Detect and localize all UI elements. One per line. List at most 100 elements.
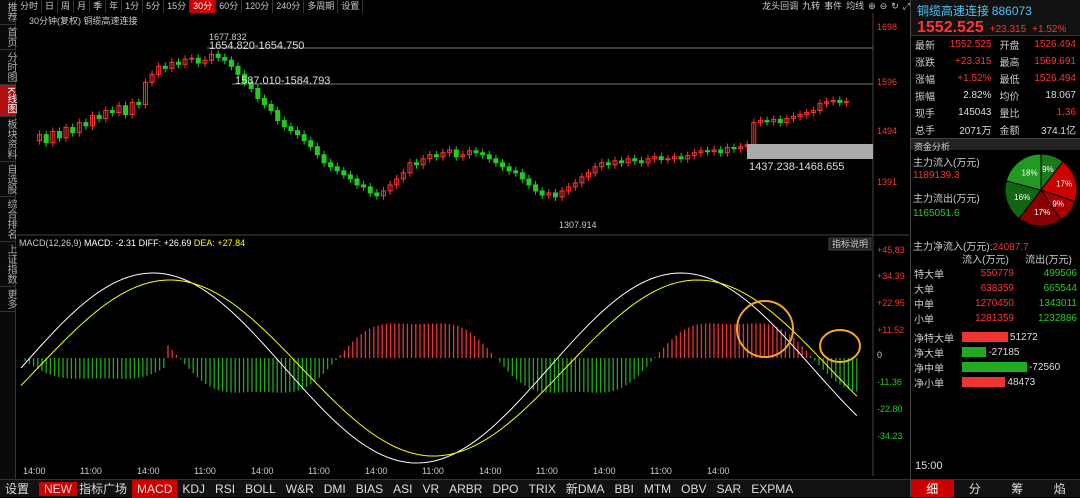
period-tab[interactable]: 30分 xyxy=(190,0,216,13)
period-tab[interactable]: 日 xyxy=(42,0,58,13)
period-tab[interactable]: 240分 xyxy=(273,0,304,13)
indicator-tab[interactable]: BBI xyxy=(610,480,639,498)
macd-histogram xyxy=(21,273,857,463)
indicator-tab[interactable]: 设置 xyxy=(0,480,34,498)
pie-label: 17% xyxy=(1034,208,1050,217)
time-tick: 14:00 xyxy=(251,466,274,476)
inflow-value: 1189139.3 xyxy=(913,170,960,181)
fund-block: 主力流入(万元) 1189139.3 主力流出(万元) 1165051.6 9%… xyxy=(911,150,1080,238)
indicator-tab[interactable]: ASI xyxy=(388,480,417,498)
sidebar-item[interactable]: 自选股 xyxy=(0,162,16,197)
footer-tab[interactable]: 分 xyxy=(954,480,997,497)
indicator-tab[interactable]: ARBR xyxy=(444,480,487,498)
period-tab[interactable]: 分时 xyxy=(17,0,42,13)
footer-tab[interactable]: 筹 xyxy=(996,480,1039,497)
sidebar-item[interactable]: 首页 xyxy=(0,25,16,50)
indicator-tab[interactable]: OBV xyxy=(676,480,711,498)
sidebar-item[interactable]: 上证指数 xyxy=(0,242,16,287)
indicator-tab[interactable]: VR xyxy=(417,480,444,498)
indicator-tab[interactable]: DPO xyxy=(487,480,523,498)
period-tab[interactable]: 多周期 xyxy=(304,0,338,13)
candle-body xyxy=(362,185,366,187)
footer-tab[interactable]: 焰 xyxy=(1039,480,1080,497)
chart-tool[interactable]: 均线 xyxy=(846,0,864,13)
price-tick: 1596 xyxy=(877,77,897,87)
sidebar-item[interactable]: 板块资料 xyxy=(0,117,16,162)
indicator-tab[interactable]: SAR xyxy=(712,480,747,498)
candle-body xyxy=(659,157,663,160)
net-row: 净大单-27185 xyxy=(911,345,1080,360)
period-tab[interactable]: 季 xyxy=(90,0,106,13)
macd-label: MACD(12,26,9) MACD: -2.31 DIFF: +26.69 D… xyxy=(19,238,245,248)
flow-header: 流入(万元) xyxy=(954,251,1017,266)
indicator-tab[interactable]: NEW指标广场 xyxy=(34,480,132,498)
period-tab[interactable]: 设置 xyxy=(338,0,363,13)
chart-caption: 30分钟(复权) 铜缆高速连接 xyxy=(29,15,138,26)
candlesticks xyxy=(38,50,849,201)
candle-body xyxy=(487,155,491,159)
candle-body xyxy=(282,121,286,127)
price-axis: 1698159614941391 xyxy=(877,22,897,187)
flow-table: 流入(万元)流出(万元)特大单550779499506大单63835966554… xyxy=(911,251,1080,326)
stock-name: 铜缆高速连接 xyxy=(917,4,989,18)
indicator-tab[interactable]: RSI xyxy=(210,480,240,498)
period-tab[interactable]: 120分 xyxy=(242,0,273,13)
time-label: 15:00 xyxy=(915,460,943,472)
period-tab[interactable]: 15分 xyxy=(164,0,190,13)
refresh-icon[interactable]: ↻ xyxy=(891,0,899,13)
candle-body xyxy=(620,161,624,163)
kline-chart-area[interactable]: 30分钟(复权) 铜缆高速连接 1677.8321654.820-1654.75… xyxy=(17,13,909,476)
candle-body xyxy=(342,171,346,175)
candle-body xyxy=(137,102,141,104)
time-tick: 11:00 xyxy=(194,466,216,476)
period-tab[interactable]: 1分 xyxy=(122,0,143,13)
time-tick: 14:00 xyxy=(365,466,388,476)
chart-tool[interactable]: 九转 xyxy=(802,0,820,13)
chart-tool[interactable]: 龙头回调 xyxy=(762,0,798,13)
indicator-tab[interactable]: BIAS xyxy=(351,480,388,498)
quote-row: 现手145043量比1.36 xyxy=(911,104,1080,121)
indicator-bar: 设置NEW指标广场MACDKDJRSIBOLLW&RDMIBIASASIVRAR… xyxy=(0,479,910,497)
kline-svg[interactable]: 30分钟(复权) 铜缆高速连接 1677.8321654.820-1654.75… xyxy=(17,13,909,476)
period-tab[interactable]: 周 xyxy=(58,0,74,13)
sidebar-item[interactable]: 分时图 xyxy=(0,50,16,85)
inflow-label: 主力流入(万元) xyxy=(913,154,980,169)
indicator-tab[interactable]: MACD xyxy=(132,480,177,498)
indicator-tab[interactable]: DMI xyxy=(319,480,351,498)
flow-row: 小单12813591232886 xyxy=(911,311,1080,326)
left-sidebar: 推荐首页分时图K线图板块资料自选股综合排名上证指数更多 xyxy=(0,0,16,497)
fund-pie-chart: 9%17%9%17%16%18% xyxy=(1003,152,1079,228)
sidebar-item[interactable]: K线图 xyxy=(0,85,16,117)
pie-label: 18% xyxy=(1022,169,1038,178)
period-tab[interactable]: 60分 xyxy=(216,0,242,13)
candle-body xyxy=(176,62,180,64)
indicator-tab[interactable]: MTM xyxy=(639,480,676,498)
macd-tick: -11.36 xyxy=(877,377,902,387)
chart-annotations: 1677.8321654.820-1654.7501587.010-1584.7… xyxy=(207,32,873,230)
indicator-tab[interactable]: EXPMA xyxy=(746,480,798,498)
fund-section-title: 资金分析 xyxy=(911,138,1080,150)
sidebar-item[interactable]: 更多 xyxy=(0,287,16,312)
right-panel: 铜缆高速连接 886073 1552.525+23.315+1.52% 最新15… xyxy=(910,0,1080,497)
period-tab[interactable]: 年 xyxy=(106,0,122,13)
chart-tool[interactable]: 事件 xyxy=(824,0,842,13)
footer-tab[interactable]: 细 xyxy=(911,480,954,497)
net-table: 净特大单51272净大单-27185净中单-72560净小单48473 xyxy=(911,330,1080,390)
period-tab[interactable]: 5分 xyxy=(143,0,164,13)
candle-body xyxy=(520,173,524,179)
indicator-tab[interactable]: KDJ xyxy=(177,480,210,498)
zoom-out-icon[interactable]: ⊖ xyxy=(880,0,888,13)
indicator-tab[interactable]: TRIX xyxy=(523,480,560,498)
quote-row: 总手2071万金额374.1亿 xyxy=(911,121,1080,138)
zoom-in-icon[interactable]: ⊕ xyxy=(868,0,876,13)
sidebar-item[interactable]: 综合排名 xyxy=(0,197,16,242)
indicator-tab[interactable]: W&R xyxy=(281,480,319,498)
period-tab[interactable]: 月 xyxy=(74,0,90,13)
sidebar-item[interactable]: 推荐 xyxy=(0,0,16,25)
expand-icon[interactable]: ⤢ xyxy=(903,0,910,13)
indicator-tab[interactable]: BOLL xyxy=(240,480,281,498)
candle-body xyxy=(190,58,194,59)
indicator-tab[interactable]: 新DMA xyxy=(561,480,610,498)
candle-body xyxy=(355,179,359,185)
time-tick: 11:00 xyxy=(80,466,102,476)
